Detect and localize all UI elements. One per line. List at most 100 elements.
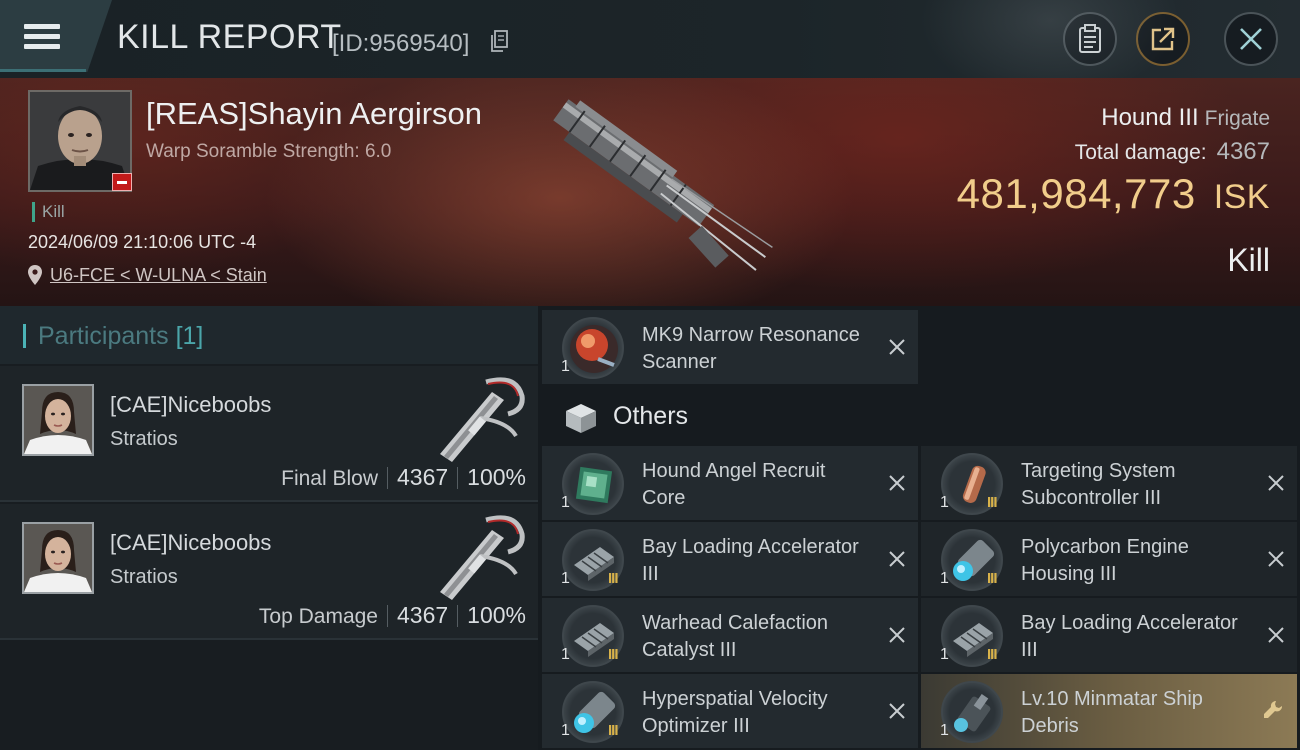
others-section-header[interactable]: Others [538, 386, 1300, 444]
participant-stats: Final Blow 4367 100% [281, 464, 526, 491]
ship-render[interactable] [520, 98, 790, 288]
item-quantity: 1 [561, 570, 570, 587]
kill-location[interactable]: U6-FCE < W-ULNA < Stain [28, 264, 267, 286]
item-quantity: 1 [940, 646, 949, 663]
items-panel: 1 MK9 Narrow Resonance Scanner Others 1 … [538, 306, 1300, 750]
participant-avatar[interactable] [22, 384, 94, 456]
destroyed-x-icon [1268, 475, 1284, 491]
share-button[interactable] [1136, 12, 1190, 66]
result-label: Kill [1227, 242, 1270, 278]
clipboard-icon [1079, 24, 1101, 53]
tech-level-badge: III [987, 646, 997, 663]
participants-header[interactable]: Participants [1] [0, 306, 538, 364]
item-quantity: 1 [561, 358, 570, 375]
cube-icon [566, 404, 596, 433]
participant-role: Top Damage [258, 605, 378, 628]
participant-role: Final Blow [281, 467, 378, 490]
kill-type-tag: Kill [32, 202, 65, 222]
item-name: Targeting System Subcontroller III [1021, 460, 1176, 509]
participant-damage: 4367 [397, 464, 449, 490]
item-name: Bay Loading Accelerator III [642, 536, 859, 585]
location-pin-icon [28, 265, 42, 286]
close-button[interactable] [1224, 12, 1278, 66]
item-row[interactable]: 1 III Targeting System Subcontroller III [921, 446, 1297, 520]
participant-name[interactable]: [CAE]Niceboobs [110, 530, 271, 556]
tech-level-badge: III [608, 570, 618, 587]
item-row[interactable]: 1 III Warhead Calefaction Catalyst III [542, 598, 918, 672]
item-row[interactable]: 1 III Hyperspatial Velocity Optimizer II… [542, 674, 918, 748]
others-label: Others [613, 402, 689, 430]
item-quantity: 1 [561, 494, 570, 511]
participant-row[interactable]: [CAE]Niceboobs Stratios Final Blow 4367 10… [0, 366, 538, 502]
participant-ship: Stratios [110, 428, 178, 450]
section-accent-bar [23, 324, 26, 348]
page-title: KILL REPORT [117, 18, 342, 56]
item-quantity: 1 [561, 646, 570, 663]
participant-avatar[interactable] [22, 522, 94, 594]
warp-scramble-strength: Warp Soramble Strength: 6.0 [146, 141, 392, 162]
item-name: Polycarbon Engine Housing III [1021, 536, 1189, 585]
scanner-icon [562, 317, 624, 379]
item-quantity: 1 [940, 722, 949, 739]
tech-level-badge: III [987, 494, 997, 511]
ship-class: Frigate [1204, 107, 1270, 130]
item-quantity: 1 [940, 570, 949, 587]
participant-damage: 4367 [397, 602, 449, 628]
item-name: Bay Loading Accelerator III [1021, 612, 1238, 661]
participant-stats: Top Damage 4367 100% [259, 602, 526, 629]
participants-title: Participants [1] [38, 322, 203, 351]
destroyed-x-icon [889, 627, 905, 643]
participant-damage-percent: 100% [467, 602, 526, 628]
victim-ship[interactable]: Hound III Frigate [1101, 104, 1270, 132]
item-row[interactable]: 1 MK9 Narrow Resonance Scanner [542, 310, 918, 384]
participant-ship: Stratios [110, 566, 178, 588]
item-quantity: 1 [940, 494, 949, 511]
item-name: Warhead Calefaction Catalyst III [642, 612, 829, 661]
isk-amount: 481,984,773 [956, 170, 1196, 217]
kill-banner: [REAS]Shayin Aergirson Warp Soramble Str… [0, 78, 1300, 306]
close-icon [1240, 28, 1262, 50]
copy-icon[interactable] [490, 30, 508, 52]
victim-name[interactable]: [REAS]Shayin Aergirson [146, 96, 482, 132]
item-row[interactable]: 1 III Polycarbon Engine Housing III [921, 522, 1297, 596]
report-id: [ID:9569540] [332, 30, 470, 57]
ship-name: Hound III [1101, 104, 1199, 131]
item-row[interactable]: 1 III Bay Loading Accelerator III [542, 522, 918, 596]
hostile-status-icon [112, 173, 132, 191]
destroyed-x-icon [889, 339, 905, 355]
total-damage-label: Total damage: [1074, 141, 1207, 164]
wrench-icon[interactable] [1261, 698, 1285, 722]
core-icon [562, 453, 624, 515]
item-name: MK9 Narrow Resonance Scanner [642, 324, 860, 373]
item-quantity: 1 [561, 722, 570, 739]
top-bar: KILL REPORT [ID:9569540] [0, 0, 1300, 100]
participant-row[interactable]: [CAE]Niceboobs Stratios Top Damage 4367 10… [0, 504, 538, 640]
destroyed-x-icon [1268, 627, 1284, 643]
item-row[interactable]: 1 III Bay Loading Accelerator III [921, 598, 1297, 672]
item-name: Lv.10 Minmatar Ship Debris [1021, 688, 1203, 737]
item-name: Hound Angel Recruit Core [642, 460, 826, 509]
debris-icon [941, 681, 1003, 743]
participant-name[interactable]: [CAE]Niceboobs [110, 392, 271, 418]
tech-level-badge: III [608, 646, 618, 663]
stratios-ship-icon[interactable] [430, 370, 530, 464]
destroyed-x-icon [889, 551, 905, 567]
participants-count: [1] [175, 322, 204, 350]
total-damage-value: 4367 [1216, 138, 1270, 165]
stratios-ship-icon[interactable] [430, 508, 530, 602]
item-row[interactable]: 1 Hound Angel Recruit Core [542, 446, 918, 520]
clipboard-button[interactable] [1063, 12, 1117, 66]
destroyed-x-icon [889, 703, 905, 719]
participant-damage-percent: 100% [467, 464, 526, 490]
isk-value: 481,984,773 ISK [957, 170, 1270, 218]
menu-tab[interactable] [0, 0, 112, 72]
item-row-dropped[interactable]: 1 Lv.10 Minmatar Ship Debris [921, 674, 1297, 748]
total-damage: Total damage: 4367 [1075, 138, 1270, 166]
location-link[interactable]: U6-FCE < W-ULNA < Stain [50, 265, 267, 285]
menu-icon[interactable] [24, 24, 60, 50]
destroyed-x-icon [889, 475, 905, 491]
tech-level-badge: III [608, 722, 618, 739]
kill-datetime: 2024/06/09 21:10:06 UTC -4 [28, 232, 257, 252]
isk-unit: ISK [1213, 178, 1270, 216]
destroyed-x-icon [1268, 551, 1284, 567]
